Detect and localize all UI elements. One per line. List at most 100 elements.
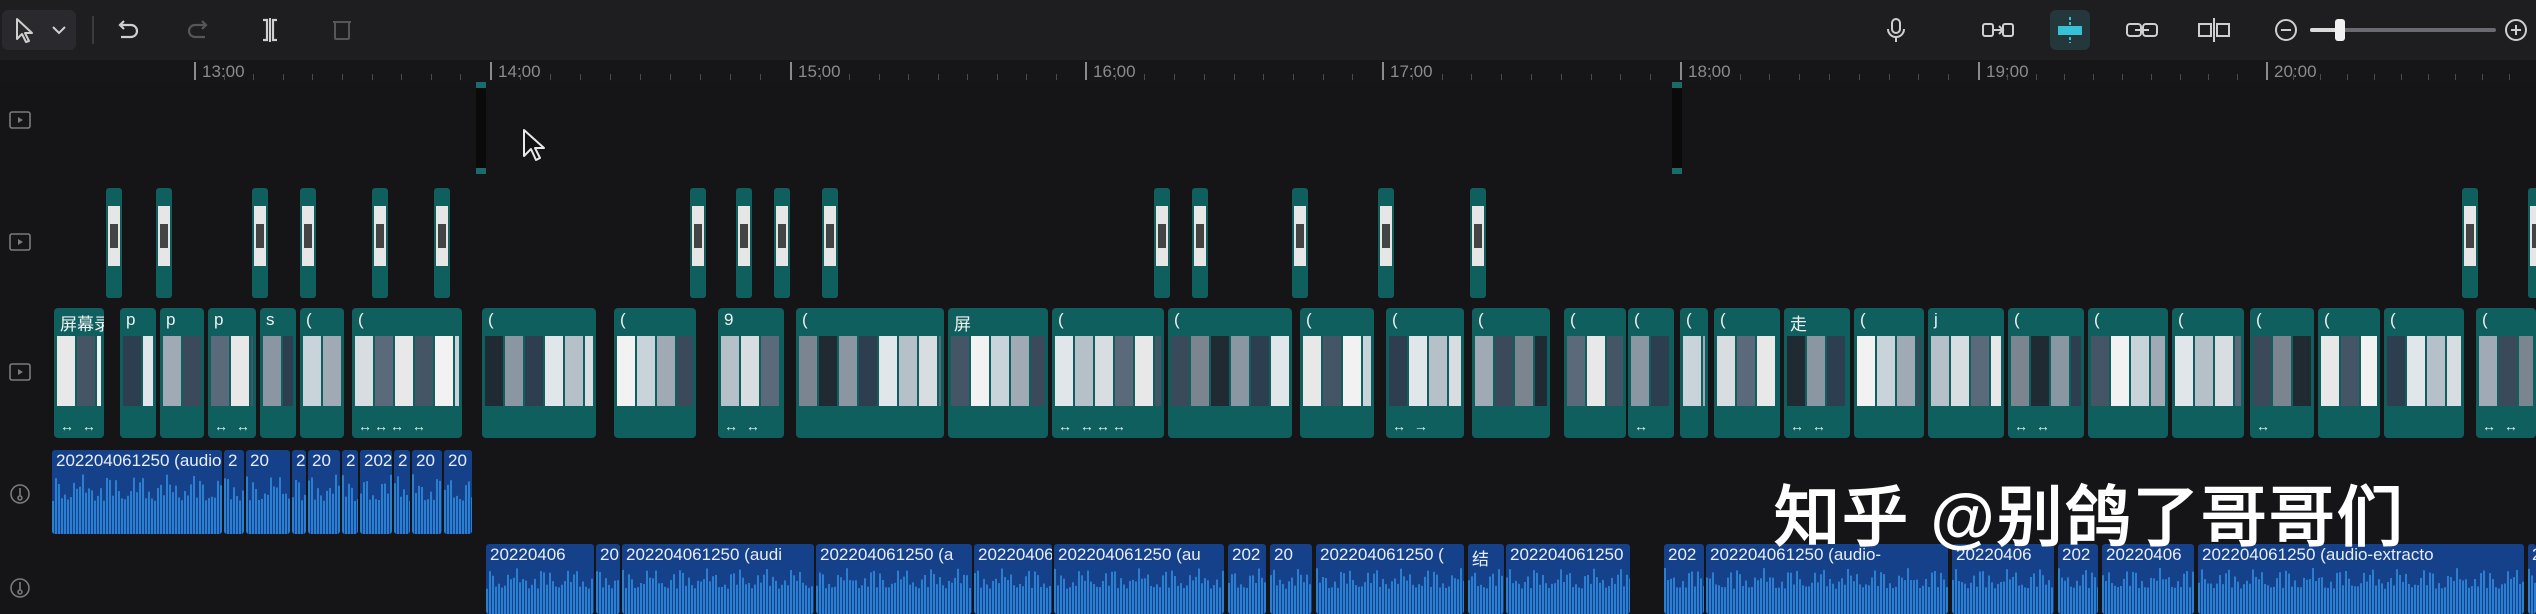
- audio-clip[interactable]: 202: [1228, 544, 1266, 614]
- video-clip[interactable]: [156, 188, 172, 298]
- audio-clip[interactable]: 结: [1468, 544, 1504, 614]
- video-clip[interactable]: (: [1472, 308, 1550, 438]
- video-clip[interactable]: (: [1168, 308, 1292, 438]
- audio-clip[interactable]: 202204061250 (a: [816, 544, 972, 614]
- video-clip[interactable]: [1154, 188, 1170, 298]
- video-clip[interactable]: (↔ →: [1386, 308, 1464, 438]
- audio-clip[interactable]: 20: [308, 450, 340, 534]
- record-voice-button[interactable]: [1876, 10, 1916, 50]
- auto-snap-button[interactable]: [2050, 10, 2090, 50]
- video-clip[interactable]: [1292, 188, 1308, 298]
- video-clip[interactable]: 走 ↔ ↔: [1784, 308, 1850, 438]
- video-clip[interactable]: (: [1854, 308, 1924, 438]
- video-clip[interactable]: (: [2172, 308, 2244, 438]
- video-clip[interactable]: [1470, 188, 1486, 298]
- zoom-slider[interactable]: [2310, 19, 2496, 41]
- audio-clip[interactable]: 202204061250 (audio-: [52, 450, 222, 534]
- video-clip[interactable]: (↔ ↔↔↔: [1052, 308, 1164, 438]
- video-clip[interactable]: [1378, 188, 1394, 298]
- zoom-slider-handle[interactable]: [2334, 19, 2345, 41]
- clip-title: (: [2178, 310, 2184, 329]
- video-clip[interactable]: p: [120, 308, 156, 438]
- video-track-main[interactable]: 屏幕录↔ ↔ppp↔ ↔ ←s((↔↔↔ ↔((9↔ ↔(屏(↔ ↔↔↔(((↔…: [44, 308, 2536, 442]
- ruler-minor-tick: [937, 74, 939, 80]
- video-clip[interactable]: (↔: [2250, 308, 2314, 438]
- link-button[interactable]: [2122, 10, 2162, 50]
- select-tool-button[interactable]: [2, 10, 76, 50]
- audio-clip[interactable]: 20: [596, 544, 620, 614]
- split-button[interactable]: [250, 10, 290, 50]
- waveform-bar: [1925, 578, 1927, 614]
- video-clip[interactable]: (: [796, 308, 944, 438]
- audio-clip[interactable]: 202204061250 (audi: [622, 544, 814, 614]
- video-clip[interactable]: 9 ↔ ↔: [718, 308, 784, 438]
- audio-clip[interactable]: 20: [1270, 544, 1312, 614]
- zoom-in-button[interactable]: [2496, 10, 2536, 50]
- video-track-icon[interactable]: [8, 230, 32, 254]
- redo-button[interactable]: [180, 10, 220, 50]
- video-clip[interactable]: (↔: [1628, 308, 1674, 438]
- video-clip[interactable]: (: [2318, 308, 2380, 438]
- video-clip[interactable]: 屏: [948, 308, 1048, 438]
- video-clip[interactable]: 屏幕录 ↔ ↔: [54, 308, 104, 438]
- audio-clip[interactable]: 202: [360, 450, 392, 534]
- video-clip[interactable]: (↔ ↔: [2476, 308, 2536, 438]
- undo-button[interactable]: [106, 10, 146, 50]
- audio-clip[interactable]: 202204061250 (au: [1054, 544, 1224, 614]
- audio-clip[interactable]: 2: [292, 450, 306, 534]
- video-clip[interactable]: p ↔ ↔ ←: [208, 308, 256, 438]
- audio-clip[interactable]: 20220406: [486, 544, 594, 614]
- video-clip[interactable]: [774, 188, 790, 298]
- video-clip[interactable]: (: [1680, 308, 1708, 438]
- video-clip[interactable]: [822, 188, 838, 298]
- audio-clip[interactable]: 2: [342, 450, 358, 534]
- audio-track-icon[interactable]: [8, 576, 32, 600]
- video-clip[interactable]: (: [300, 308, 344, 438]
- video-clip[interactable]: [690, 188, 706, 298]
- audio-clip[interactable]: 20: [246, 450, 290, 534]
- video-clip[interactable]: (↔ ↔: [2008, 308, 2084, 438]
- delete-button[interactable]: [322, 10, 362, 50]
- video-clip[interactable]: (: [1300, 308, 1374, 438]
- audio-clip[interactable]: 20220406: [974, 544, 1052, 614]
- video-clip[interactable]: [434, 188, 450, 298]
- audio-clip[interactable]: 202204061250: [1506, 544, 1630, 614]
- audio-clip[interactable]: 20: [412, 450, 442, 534]
- video-clip[interactable]: [1192, 188, 1208, 298]
- video-clip[interactable]: (: [2088, 308, 2168, 438]
- audio-clip[interactable]: 20: [444, 450, 472, 534]
- audio-clip[interactable]: 2: [394, 450, 410, 534]
- audio-clip[interactable]: 202: [1664, 544, 1704, 614]
- video-clip[interactable]: [106, 188, 122, 298]
- video-clip[interactable]: s: [260, 308, 296, 438]
- video-track-overlay-1[interactable]: [44, 82, 2536, 182]
- timeline-tracks[interactable]: 屏幕录↔ ↔ppp↔ ↔ ←s((↔↔↔ ↔((9↔ ↔(屏(↔ ↔↔↔(((↔…: [44, 82, 2536, 614]
- audio-track-icon[interactable]: [8, 482, 32, 506]
- video-clip[interactable]: [252, 188, 268, 298]
- video-clip[interactable]: j: [1928, 308, 2004, 438]
- video-clip[interactable]: (: [482, 308, 596, 438]
- video-track-overlay-2[interactable]: [44, 188, 2536, 300]
- preview-axis-button[interactable]: [2194, 10, 2234, 50]
- video-track-icon[interactable]: [8, 108, 32, 132]
- audio-clip[interactable]: 202204061250 (: [1316, 544, 1464, 614]
- overlay-clip-marker[interactable]: [1672, 82, 1682, 174]
- zoom-out-button[interactable]: [2266, 10, 2306, 50]
- video-clip[interactable]: [2528, 188, 2536, 298]
- main-track-magnet-button[interactable]: [1978, 10, 2018, 50]
- audio-clip[interactable]: 2: [2528, 544, 2536, 614]
- video-clip[interactable]: (: [2384, 308, 2464, 438]
- video-clip[interactable]: (↔↔↔ ↔: [352, 308, 462, 438]
- video-clip[interactable]: p: [160, 308, 204, 438]
- video-clip[interactable]: (: [1714, 308, 1780, 438]
- time-ruler[interactable]: 13:00 14:00 15:00 16:00 17:00 18:00 19:0…: [0, 60, 2536, 82]
- video-clip[interactable]: (: [1564, 308, 1626, 438]
- audio-clip[interactable]: 2: [224, 450, 244, 534]
- video-clip[interactable]: [372, 188, 388, 298]
- video-clip[interactable]: (: [614, 308, 696, 438]
- video-clip[interactable]: [736, 188, 752, 298]
- video-track-icon[interactable]: [8, 360, 32, 384]
- overlay-clip-marker[interactable]: [476, 82, 486, 174]
- video-clip[interactable]: [300, 188, 316, 298]
- video-clip[interactable]: [2462, 188, 2478, 298]
